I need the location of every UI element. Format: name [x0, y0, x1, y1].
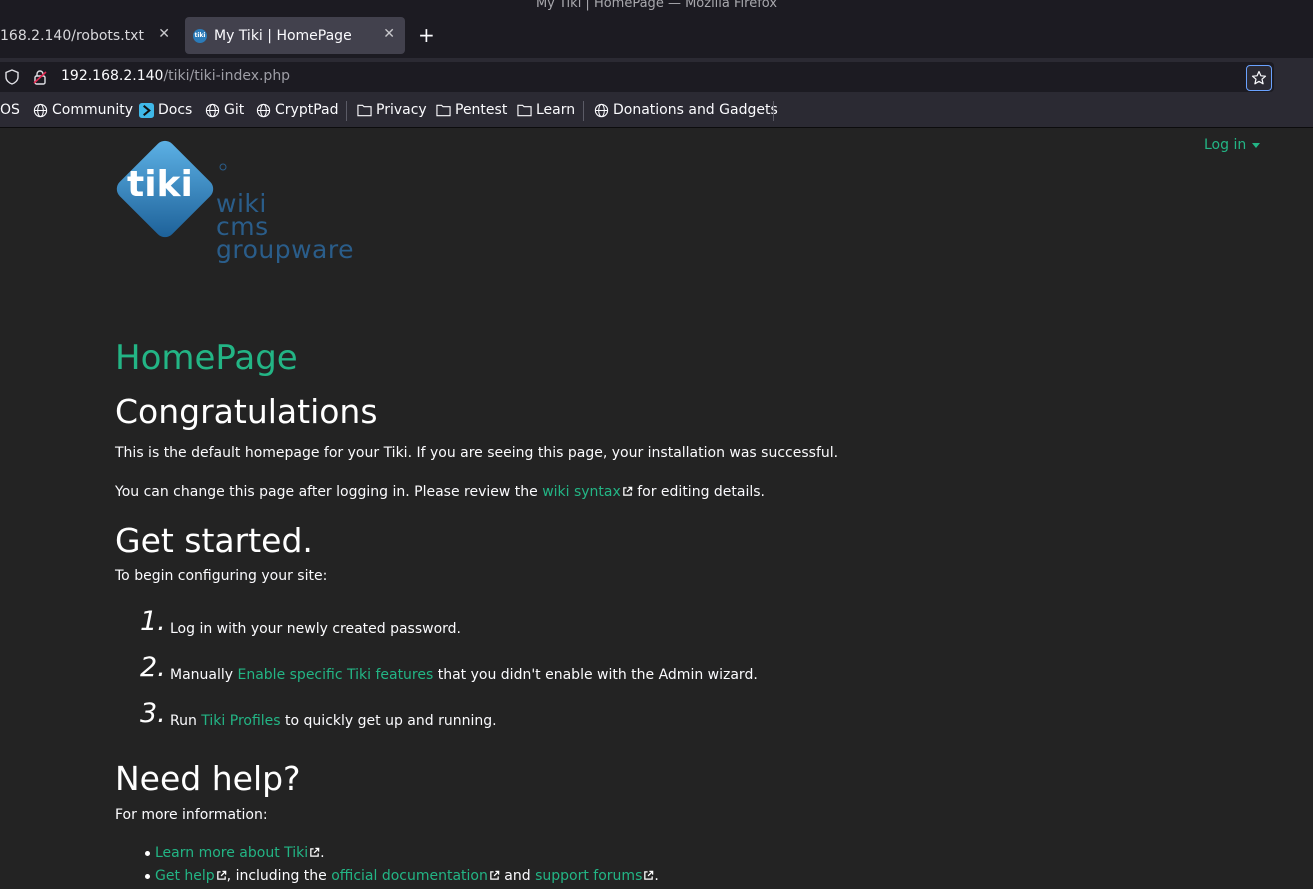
bullet — [145, 851, 150, 856]
get-help-link[interactable]: Get help — [155, 868, 215, 884]
intro-text: You can change this page after logging i… — [115, 484, 543, 500]
wiki-syntax-link[interactable]: wiki syntax — [542, 484, 621, 500]
bookmark-cryptpad[interactable]: CryptPad — [256, 102, 338, 118]
bookmark-label: Pentest — [455, 102, 508, 118]
tiki-logo[interactable]: tiki — [113, 134, 233, 246]
bookmark-star-button[interactable] — [1246, 65, 1272, 91]
congrats-heading: Congratulations — [115, 392, 378, 431]
folder-icon — [436, 104, 451, 117]
bookmark-label: Docs — [158, 102, 193, 118]
login-dropdown[interactable]: Log in — [1204, 137, 1261, 153]
globe-icon — [33, 103, 48, 117]
learn-more-link[interactable]: Learn more about Tiki — [155, 845, 308, 861]
list-text: , including the — [226, 868, 332, 884]
bookmark-folder-privacy[interactable]: Privacy — [357, 102, 427, 118]
url-text[interactable]: 192.168.2.140/tiki/tiki-index.php — [61, 68, 290, 84]
get-started-heading: Get started. — [115, 521, 313, 560]
globe-icon — [594, 103, 609, 117]
star-icon — [1251, 70, 1267, 85]
external-link-icon — [216, 870, 226, 880]
step-number: 1. — [140, 606, 166, 637]
login-label: Log in — [1204, 137, 1247, 153]
window-title: My Tiki | HomePage — Mozilla Firefox — [535, 0, 778, 11]
tab-label: 168.2.140/robots.txt — [0, 27, 144, 44]
bookmarks-toolbar: OS Community Docs Git CryptPad Privacy P… — [0, 96, 1313, 128]
list-item: Get help , including the official documen… — [155, 868, 659, 884]
bookmark-folder-learn[interactable]: Learn — [517, 102, 575, 118]
bookmark-label: CryptPad — [275, 102, 339, 118]
folder-icon — [517, 104, 532, 117]
caret-down-icon — [1252, 142, 1261, 148]
list-item: Log in with your newly created password. — [170, 621, 461, 637]
support-forums-link[interactable]: support forums — [535, 868, 642, 884]
logo-word-groupware: groupware — [216, 235, 354, 264]
need-help-heading: Need help? — [115, 759, 301, 798]
page-title[interactable]: HomePage — [115, 338, 298, 378]
enable-features-link[interactable]: Enable specific Tiki features — [238, 667, 434, 683]
bookmark-donations[interactable]: Donations and Gadgets — [594, 102, 778, 118]
list-text: and — [499, 868, 536, 884]
url-bar[interactable]: 192.168.2.140/tiki/tiki-index.php — [0, 62, 1274, 92]
page-content: Log in tiki wiki cms groupware HomePage … — [0, 128, 1313, 889]
step-text: to quickly get up and running. — [280, 713, 497, 729]
bookmark-community[interactable]: Community — [33, 102, 133, 118]
tab-label: My Tiki | HomePage — [214, 27, 352, 44]
bookmark-label: Learn — [536, 102, 576, 118]
bookmark-separator — [583, 101, 584, 121]
title-bar: My Tiki | HomePage — Mozilla Firefox 168… — [0, 0, 1313, 58]
navigation-toolbar: 192.168.2.140/tiki/tiki-index.php — [0, 58, 1313, 96]
step-text: Manually — [170, 667, 238, 683]
bookmark-git[interactable]: Git — [205, 102, 244, 118]
bookmark-label: Community — [52, 102, 134, 118]
globe-icon — [205, 103, 220, 117]
tiki-favicon-icon: tiki — [193, 28, 207, 43]
tab-robots[interactable]: 168.2.140/robots.txt ✕ — [0, 17, 180, 54]
logo-text: tiki — [127, 164, 193, 205]
step-text: Run — [170, 713, 202, 729]
bookmark-separator — [773, 101, 774, 121]
list-item: Manually Enable specific Tiki features t… — [170, 667, 758, 683]
shield-icon[interactable] — [4, 69, 20, 85]
bookmark-label: Donations and Gadgets — [613, 102, 778, 118]
step-number: 2. — [140, 652, 166, 683]
step-text: Log in with your newly created password. — [170, 621, 462, 637]
list-item: Learn more about Tiki. — [155, 845, 325, 861]
external-link-icon — [644, 870, 654, 880]
external-link-icon — [622, 486, 633, 496]
bookmark-label: OS — [0, 102, 20, 118]
get-started-intro: To begin configuring your site: — [115, 568, 328, 584]
bookmark-separator — [346, 101, 347, 121]
url-host: 192.168.2.140 — [61, 68, 164, 84]
official-documentation-link[interactable]: official documentation — [331, 868, 488, 884]
list-item: Run Tiki Profiles to quickly get up and … — [170, 713, 497, 729]
new-tab-button[interactable]: + — [418, 24, 435, 46]
help-intro: For more information: — [115, 807, 268, 823]
step-text: that you didn't enable with the Admin wi… — [433, 667, 758, 683]
insecure-lock-icon[interactable] — [32, 69, 48, 85]
bookmark-label: Git — [224, 102, 245, 118]
docs-icon — [139, 102, 154, 118]
intro-text-2: You can change this page after logging i… — [115, 484, 765, 500]
bookmark-docs[interactable]: Docs — [139, 102, 192, 118]
list-text: . — [654, 868, 659, 884]
external-link-icon — [310, 847, 320, 857]
url-path: /tiki/tiki-index.php — [163, 68, 291, 84]
bookmark-label: Privacy — [376, 102, 427, 118]
list-text: . — [320, 845, 325, 861]
intro-text: for editing details. — [632, 484, 766, 500]
bookmark-folder-pentest[interactable]: Pentest — [436, 102, 507, 118]
close-icon[interactable]: ✕ — [383, 26, 395, 42]
bookmark-os[interactable]: OS — [0, 102, 20, 118]
external-link-icon — [490, 870, 500, 880]
bullet — [145, 874, 150, 879]
tiki-profiles-link[interactable]: Tiki Profiles — [201, 713, 280, 729]
logo-wordmark: wiki cms groupware — [216, 191, 354, 264]
step-number: 3. — [140, 698, 166, 729]
folder-icon — [357, 104, 372, 117]
globe-icon — [256, 103, 271, 117]
intro-text-1: This is the default homepage for your Ti… — [115, 445, 839, 461]
close-icon[interactable]: ✕ — [158, 26, 170, 42]
tab-homepage[interactable]: tiki My Tiki | HomePage ✕ — [185, 17, 405, 54]
